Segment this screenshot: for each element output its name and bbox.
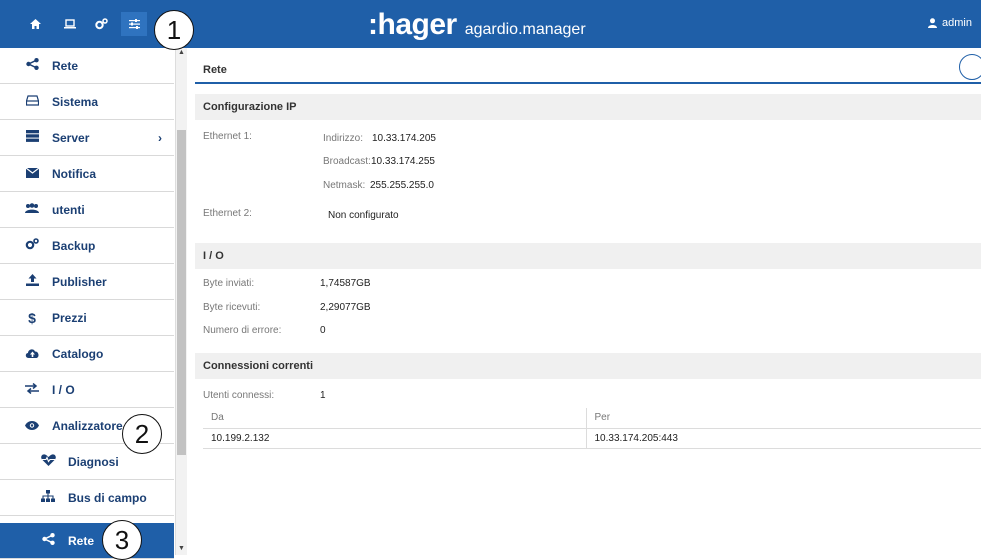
chevron-right-icon: ›	[158, 130, 162, 145]
eth1-label: Ethernet 1:	[203, 131, 252, 142]
eth1-broadcast-label: Broadcast:	[323, 156, 371, 167]
sidebar-item-server[interactable]: Server ›	[0, 120, 174, 156]
eth2-value: Non configurato	[328, 210, 399, 221]
user-menu[interactable]: admin	[928, 17, 972, 29]
cell-per: 10.33.174.205:443	[586, 428, 981, 449]
sitemap-icon	[38, 490, 58, 505]
envelope-icon	[22, 166, 42, 181]
server-icon	[22, 130, 42, 145]
section-ip-config: Configurazione IP	[195, 94, 981, 120]
sliders-icon[interactable]	[121, 12, 147, 36]
hdd-icon	[22, 94, 42, 109]
page-title: Rete	[195, 58, 981, 84]
sidebar-item-utenti[interactable]: utenti	[0, 192, 174, 228]
brand-logo: :hager agardio.manager	[368, 8, 586, 41]
laptop-icon[interactable]	[57, 12, 83, 36]
table-row[interactable]: 10.199.2.132 10.33.174.205:443	[203, 428, 981, 449]
connections-table: Da Per 10.199.2.132 10.33.174.205:443	[203, 408, 981, 449]
sidebar-item-catalogo[interactable]: Catalogo	[0, 336, 174, 372]
sidebar-item-label: Rete	[68, 533, 95, 548]
eth1-address-value: 10.33.174.205	[372, 133, 436, 144]
eth1-address-label: Indirizzo:	[323, 133, 364, 144]
sidebar-item-publisher[interactable]: Publisher	[0, 264, 174, 300]
sidebar-item-label: utenti	[52, 202, 85, 217]
sidebar-item-label: Analizzatore	[52, 418, 123, 433]
sidebar-item-io[interactable]: I / O	[0, 372, 174, 408]
connected-users-value: 1	[320, 390, 326, 401]
home-icon[interactable]	[22, 12, 48, 36]
gears-icon	[22, 238, 42, 253]
table-header-row: Da Per	[203, 408, 981, 429]
sidebar-item-label: Sistema	[52, 94, 99, 109]
errors-label: Numero di errore:	[203, 325, 282, 336]
eth1-broadcast-value: 10.33.174.255	[371, 156, 435, 167]
sidebar-item-sistema[interactable]: Sistema	[0, 84, 174, 120]
column-header-per: Per	[586, 408, 981, 429]
bytes-recv-label: Byte ricevuti:	[203, 302, 261, 313]
cell-da: 10.199.2.132	[203, 428, 587, 449]
product-name: agardio.manager	[464, 21, 586, 38]
eth1-netmask-label: Netmask:	[323, 180, 366, 191]
callout-3: 3	[102, 520, 142, 560]
sidebar-scrollbar-thumb[interactable]	[177, 130, 186, 455]
sidebar-item-label: Diagnosi	[68, 454, 119, 469]
sidebar-item-prezzi[interactable]: $ Prezzi	[0, 300, 174, 336]
top-bar: :hager agardio.manager admin	[0, 0, 981, 48]
sidebar-item-rete[interactable]: Rete	[0, 48, 174, 84]
brand-name: :hager	[368, 8, 457, 41]
sidebar-item-label: Bus di campo	[68, 490, 147, 505]
sidebar-item-label: Rete	[52, 58, 79, 73]
share-icon	[38, 533, 58, 548]
dollar-icon: $	[28, 309, 36, 326]
sidebar-item-notifica[interactable]: Notifica	[0, 156, 174, 192]
scroll-up-arrow-icon[interactable]: ▲	[177, 49, 186, 56]
eth2-label: Ethernet 2:	[203, 208, 252, 219]
sidebar-item-label: Prezzi	[52, 310, 87, 325]
user-icon	[928, 18, 937, 28]
sidebar-item-backup[interactable]: Backup	[0, 228, 174, 264]
exchange-icon	[22, 382, 42, 397]
sidebar-item-bus-di-campo[interactable]: Bus di campo	[0, 480, 174, 516]
heartbeat-icon	[38, 454, 58, 469]
cloud-upload-icon	[22, 346, 42, 361]
users-icon	[22, 202, 42, 217]
column-header-da: Da	[203, 408, 587, 429]
user-name: admin	[942, 17, 972, 29]
upload-icon	[22, 274, 42, 289]
sidebar-item-label: Publisher	[52, 274, 107, 289]
callout-2: 2	[122, 414, 162, 454]
bytes-sent-value: 1,74587GB	[320, 278, 371, 289]
gears-icon[interactable]	[88, 12, 114, 36]
sidebar-item-rete-active[interactable]: Rete	[0, 523, 174, 559]
eye-icon	[22, 418, 42, 433]
sidebar-item-label: Catalogo	[52, 346, 104, 361]
sidebar-item-label: Notifica	[52, 166, 97, 181]
bytes-recv-value: 2,29077GB	[320, 302, 371, 313]
section-connections: Connessioni correnti	[195, 353, 981, 379]
eth1-netmask-value: 255.255.255.0	[370, 180, 434, 191]
sidebar-item-label: Server	[52, 130, 90, 145]
search-icon[interactable]	[959, 54, 981, 80]
bytes-sent-label: Byte inviati:	[203, 278, 255, 289]
connected-users-label: Utenti connessi:	[203, 390, 275, 401]
errors-value: 0	[320, 325, 326, 336]
callout-1: 1	[154, 10, 194, 50]
sidebar-item-label: I / O	[52, 382, 75, 397]
sidebar: Rete Sistema Server › Notifica utenti Ba…	[0, 48, 174, 559]
sidebar-item-label: Backup	[52, 238, 96, 253]
share-icon	[22, 58, 42, 73]
section-io: I / O	[195, 243, 981, 269]
main-content: Rete Configurazione IP Ethernet 1: Indir…	[187, 48, 981, 555]
scroll-down-arrow-icon[interactable]: ▼	[177, 545, 186, 552]
